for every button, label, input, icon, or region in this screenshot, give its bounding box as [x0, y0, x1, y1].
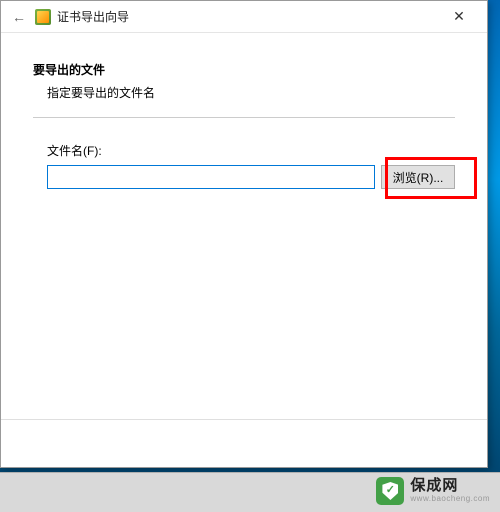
filename-label: 文件名(F):: [47, 142, 455, 159]
section-subtext: 指定要导出的文件名: [47, 84, 455, 101]
close-icon: ✕: [453, 8, 465, 25]
back-arrow-icon: ←: [12, 9, 26, 25]
watermark-brand: 保成网: [410, 478, 490, 495]
wizard-icon: [35, 9, 51, 25]
browse-button[interactable]: 浏览(R)...: [381, 165, 455, 189]
titlebar: ← 证书导出向导 ✕: [1, 1, 487, 33]
shield-icon: [376, 477, 404, 505]
divider: [33, 117, 455, 118]
filename-row: 浏览(R)...: [47, 165, 455, 189]
section-heading: 要导出的文件: [33, 61, 455, 78]
wizard-footer: [1, 419, 487, 467]
back-button[interactable]: ←: [9, 7, 29, 27]
close-button[interactable]: ✕: [439, 3, 479, 31]
wizard-body: 要导出的文件 指定要导出的文件名 文件名(F): 浏览(R)...: [1, 33, 487, 209]
watermark-url: www.baocheng.com: [410, 495, 490, 504]
filename-input[interactable]: [47, 165, 375, 189]
window-title: 证书导出向导: [57, 8, 129, 25]
watermark-text: 保成网 www.baocheng.com: [410, 478, 490, 503]
watermark: 保成网 www.baocheng.com: [372, 474, 494, 508]
wizard-window: ← 证书导出向导 ✕ 要导出的文件 指定要导出的文件名 文件名(F): 浏览(R…: [0, 0, 488, 468]
